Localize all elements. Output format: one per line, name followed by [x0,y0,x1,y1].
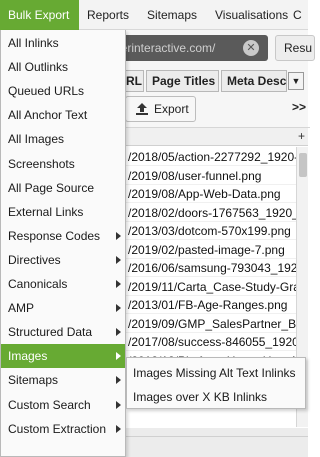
export-button[interactable]: Export [125,96,196,122]
submenu-arrow-icon [116,304,121,313]
submenu-arrow-icon [116,400,121,409]
overflow-icon[interactable]: >> [292,100,306,114]
menu-item-label: Queued URLs [8,84,85,99]
submenu-item-images-missing-alt-text-inlinks[interactable]: Images Missing Alt Text Inlinks [127,361,305,385]
menu-item-label: All Outlinks [8,60,69,75]
menu-item-label: Images [8,349,48,364]
tab-strip: RL Page Titles Meta Desc ▼ [120,70,310,92]
submenu-arrow-icon [116,424,121,433]
submenu-arrow-icon [116,231,121,240]
menu-item-label: Custom Extraction [8,421,107,436]
submenu-arrow-icon [116,376,121,385]
menu-item-label: All Inlinks [8,36,59,50]
menu-item-label: External Links [8,204,84,219]
submenu-item-images-over-x-kb-inlinks[interactable]: Images over X KB Inlinks [127,385,305,409]
menu-item-amp[interactable]: AMP [1,296,125,320]
table-row[interactable]: /2019/02/pasted-image-7.png [120,241,296,259]
menu-item-label: Sitemaps [8,373,59,388]
menubar: Bulk Export Reports Sitemaps Visualisati… [0,0,308,30]
menu-item-screenshots[interactable]: Screenshots [1,152,125,176]
resume-button[interactable]: Resu [275,35,315,61]
menu-item-all-outlinks[interactable]: All Outlinks [1,55,125,79]
menu-item-label: Structured Data [8,325,93,340]
menu-item-all-images[interactable]: All Images [1,127,125,151]
table-row[interactable]: /2019/11/Carta_Case-Study-Gra [120,278,296,296]
images-submenu: Images Missing Alt Text Inlinks Images o… [126,357,306,409]
menu-bulk-export[interactable]: Bulk Export [0,0,79,30]
menu-item-label: Canonicals [8,277,68,291]
submenu-arrow-icon [116,352,121,361]
menu-item-all-anchor-text[interactable]: All Anchor Text [1,103,125,127]
tab-page-titles[interactable]: Page Titles [146,70,219,92]
menu-item-all-inlinks[interactable]: All Inlinks [1,31,125,55]
menu-item-queued-urls[interactable]: Queued URLs [1,79,125,103]
table-row[interactable]: /2018/02/doors-1767563_1920_1 [120,204,296,222]
table-row[interactable]: /2013/03/dotcom-570x199.png [120,222,296,240]
submenu-arrow-icon [116,280,121,288]
menu-item-sitemaps[interactable]: Sitemaps [1,368,125,392]
menu-item-custom-extraction[interactable]: Custom Extraction [1,417,125,441]
tab-meta-description[interactable]: Meta Desc [221,70,287,92]
bulk-export-menu: All Inlinks All Outlinks Queued URLs All An… [0,30,126,457]
table-row[interactable]: /2017/08/success-846055_1920 [120,333,296,351]
menu-item-label: All Images [8,132,65,147]
menu-c[interactable]: C [289,0,308,30]
upload-icon [136,103,148,115]
table-row[interactable]: /2018/05/action-2277292_1920- [120,148,296,166]
table-row[interactable]: /2019/08/user-funnel.png [120,167,296,185]
table-row[interactable]: /2019/09/GMP_SalesPartner_Ba [120,315,296,333]
horizontal-scrollbar[interactable] [120,428,308,436]
menu-item-label: Custom Search [8,397,91,412]
menu-item-label: AMP [8,301,35,316]
clear-url-icon[interactable]: ✕ [243,40,259,56]
menu-item-directives[interactable]: Directives [1,248,125,272]
chevron-down-icon[interactable]: ▼ [288,72,304,90]
submenu-arrow-icon [116,328,121,337]
menu-item-images[interactable]: Images [1,344,125,369]
menu-item-custom-search[interactable]: Custom Search [1,393,125,417]
menu-sitemaps[interactable]: Sitemaps [139,0,209,30]
menu-reports[interactable]: Reports [79,0,141,30]
menu-item-all-page-source[interactable]: All Page Source [1,176,125,200]
add-column-icon[interactable]: + [298,129,305,143]
table-row[interactable]: /2019/08/App-Web-Data.png [120,185,296,203]
menu-item-label: Directives [8,252,61,267]
menu-visualisations[interactable]: Visualisations [207,0,297,30]
scrollbar-thumb[interactable] [299,153,307,177]
export-toolbar: Export [120,92,310,128]
menu-item-canonicals[interactable]: Canonicals [1,272,125,296]
table-header: + [120,128,308,146]
menu-item-label: Screenshots [8,156,75,171]
menu-item-label: All Anchor Text [8,108,88,123]
menu-item-external-links[interactable]: External Links [1,200,125,224]
table-row[interactable]: /2013/01/FB-Age-Ranges.png [120,296,296,314]
menu-item-structured-data[interactable]: Structured Data [1,320,125,344]
menu-item-label: All Page Source [8,180,95,195]
menu-item-response-codes[interactable]: Response Codes [1,224,125,248]
export-label: Export [154,102,189,116]
menu-item-label: Response Codes [8,228,101,243]
submenu-arrow-icon [116,255,121,264]
table-row[interactable]: /2016/06/samsung-793043_192 [120,259,296,277]
